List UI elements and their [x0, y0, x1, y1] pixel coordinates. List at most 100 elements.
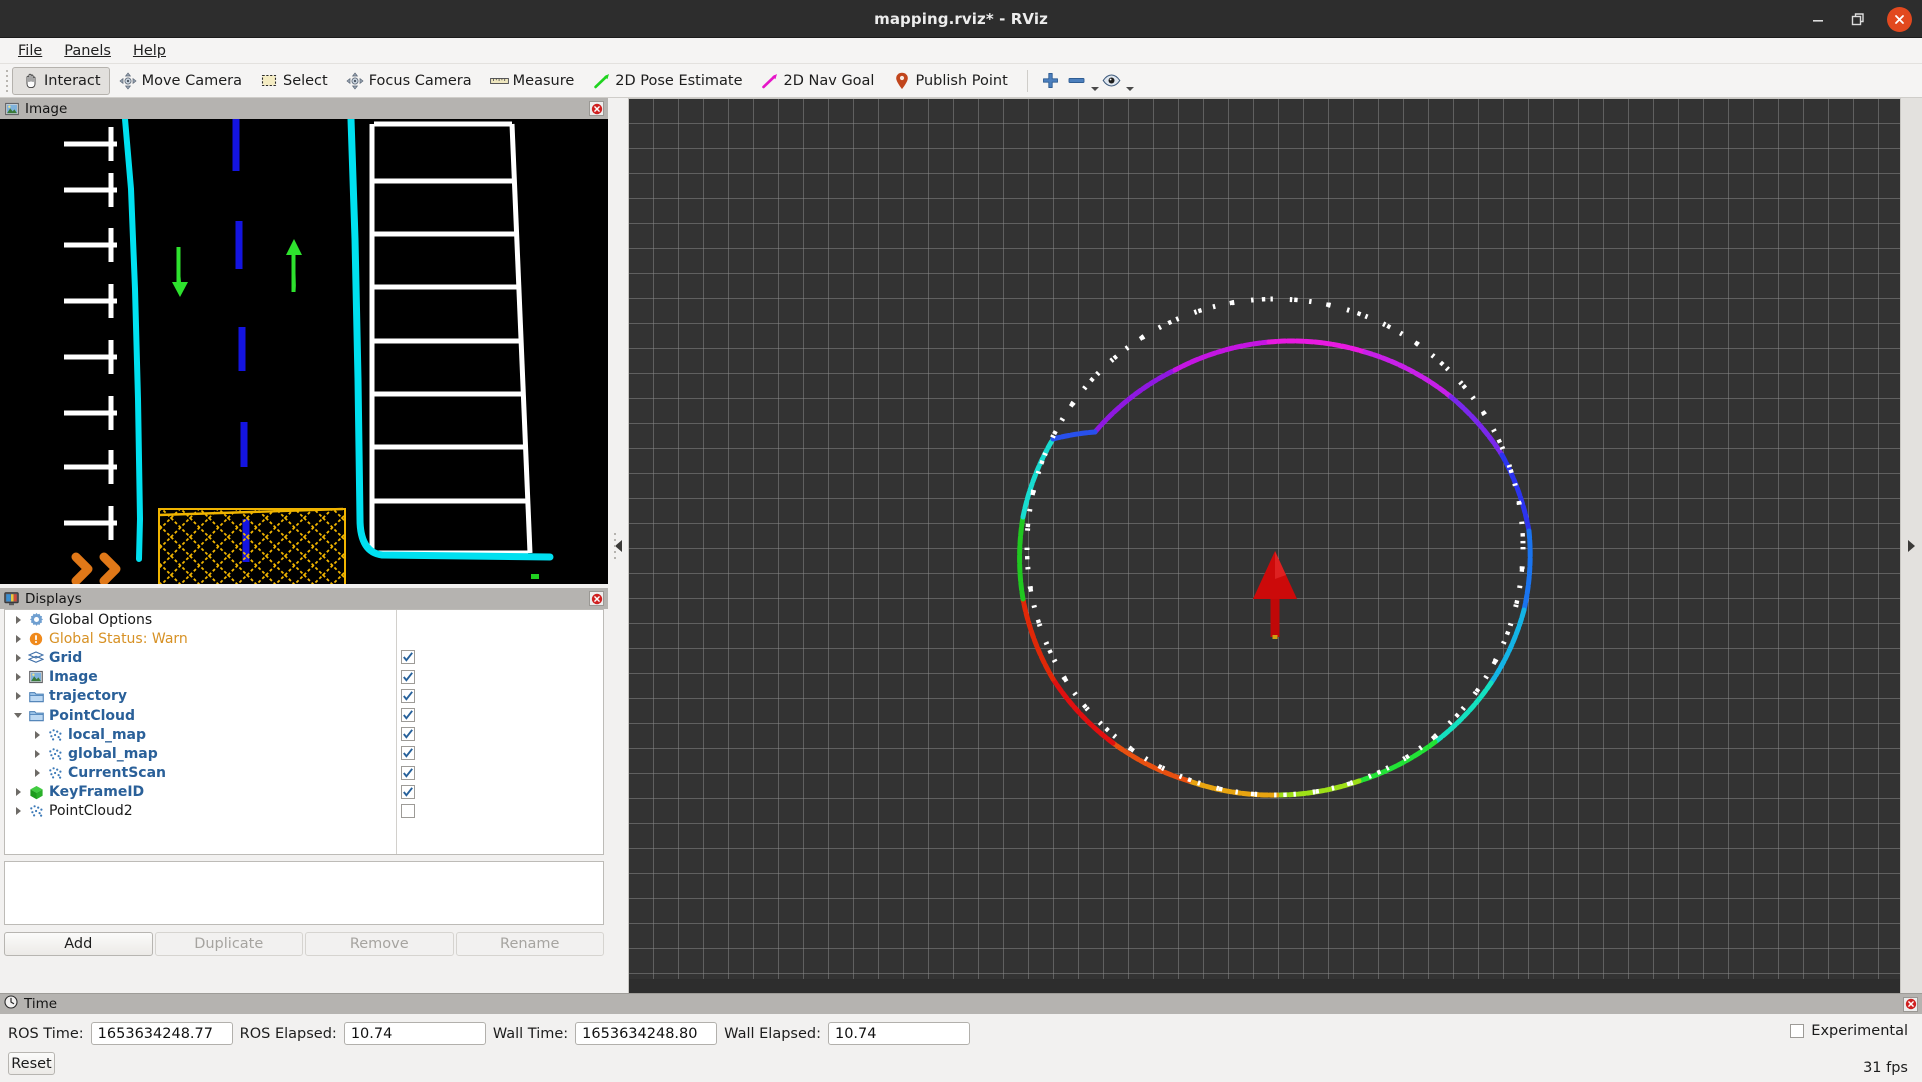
tool-bar: Interact Move Camera Select Focus Camera…: [0, 64, 1922, 98]
wall-elapsed-input[interactable]: 10.74: [827, 1022, 970, 1045]
add-tool-button[interactable]: [1038, 68, 1064, 94]
tree-item-checkbox[interactable]: [401, 803, 415, 818]
image-icon: [27, 668, 45, 686]
remove-button[interactable]: Remove: [305, 932, 454, 956]
pose-estimate-arrow-icon: [592, 71, 611, 90]
time-panel-body: ROS Time: 1653634248.77 ROS Elapsed: 10.…: [0, 1014, 1922, 1082]
tree-item-keyframeid[interactable]: KeyFrameID: [5, 783, 603, 802]
tree-item-checkbox[interactable]: [401, 727, 415, 742]
tree-item-label: global_map: [68, 745, 158, 762]
ros-time-input[interactable]: 1653634248.77: [90, 1022, 233, 1045]
reset-button[interactable]: Reset: [8, 1052, 55, 1075]
displays-tree[interactable]: Global Options Global Status: Warn Grid …: [4, 609, 604, 855]
remove-tool-button[interactable]: [1064, 68, 1090, 94]
tree-item-checkbox[interactable]: [401, 688, 415, 703]
render-view-3d[interactable]: [628, 98, 1900, 993]
chevron-down-icon[interactable]: [1090, 86, 1099, 91]
restore-icon[interactable]: [1847, 8, 1869, 30]
tool-interact-label: Interact: [44, 72, 101, 89]
expander-icon[interactable]: [9, 783, 27, 802]
displays-panel-close-icon[interactable]: [589, 591, 604, 606]
image-panel: Image: [0, 98, 608, 584]
ros-time-label: ROS Time:: [8, 1025, 84, 1042]
tree-item-checkbox[interactable]: [401, 669, 415, 684]
image-panel-header: Image: [0, 98, 608, 119]
tool-interact[interactable]: Interact: [12, 66, 110, 95]
expander-icon[interactable]: [28, 725, 46, 744]
tool-measure[interactable]: Measure: [481, 67, 584, 95]
expander-icon[interactable]: [28, 764, 46, 783]
tree-item-global-status[interactable]: Global Status: Warn: [5, 629, 603, 648]
tree-item-checkbox[interactable]: [401, 746, 415, 761]
remove-tool-combo[interactable]: [1064, 68, 1099, 94]
tool-properties-combo[interactable]: [1099, 68, 1134, 94]
left-dock-splitter[interactable]: [608, 98, 628, 993]
expander-icon[interactable]: [9, 802, 27, 821]
tree-item-local-map[interactable]: local_map: [5, 725, 603, 744]
expander-icon[interactable]: [9, 668, 27, 687]
add-button[interactable]: Add: [4, 932, 153, 956]
property-editor-area[interactable]: [4, 861, 604, 925]
menu-panels[interactable]: Panels: [54, 40, 121, 62]
menu-panels-label: Panels: [64, 42, 111, 59]
tool-focus-camera[interactable]: Focus Camera: [337, 67, 481, 95]
pointcloud-icon: [46, 745, 64, 763]
left-dock: Image Displays Global Options Global Sta…: [0, 98, 608, 993]
expander-icon[interactable]: [28, 744, 46, 763]
map-pin-icon: [892, 71, 911, 90]
tree-item-image[interactable]: Image: [5, 668, 603, 687]
tree-item-pointcloud2[interactable]: PointCloud2: [5, 802, 603, 821]
tool-2d-nav-goal[interactable]: 2D Nav Goal: [752, 67, 884, 95]
window-title: mapping.rviz* - RViz: [874, 9, 1048, 28]
collapse-right-icon[interactable]: [1908, 539, 1915, 552]
expander-icon[interactable]: [9, 629, 27, 648]
expander-icon[interactable]: [9, 687, 27, 706]
expander-icon[interactable]: [9, 706, 27, 725]
experimental-checkbox-group[interactable]: Experimental: [1790, 1023, 1908, 1039]
tree-item-pointcloud-group[interactable]: PointCloud: [5, 706, 603, 725]
time-fields-row: ROS Time: 1653634248.77 ROS Elapsed: 10.…: [8, 1020, 1914, 1047]
tree-item-trajectory[interactable]: trajectory: [5, 687, 603, 706]
right-dock-splitter[interactable]: [1900, 98, 1922, 993]
wall-elapsed-label: Wall Elapsed:: [724, 1025, 821, 1042]
menu-help[interactable]: Help: [123, 40, 176, 62]
ros-elapsed-input[interactable]: 10.74: [343, 1022, 486, 1045]
rename-button[interactable]: Rename: [455, 932, 604, 956]
tool-select[interactable]: Select: [251, 67, 337, 95]
tree-item-global-options[interactable]: Global Options: [5, 610, 603, 629]
window-controls: [1807, 0, 1912, 38]
image-view[interactable]: [0, 119, 608, 584]
tool-move-camera[interactable]: Move Camera: [110, 67, 251, 95]
close-icon[interactable]: [1887, 6, 1912, 32]
toolbar-drag-handle[interactable]: [2, 67, 12, 95]
tree-item-checkbox[interactable]: [401, 650, 415, 665]
tool-2d-pose-estimate[interactable]: 2D Pose Estimate: [583, 67, 751, 95]
expander-icon[interactable]: [9, 610, 27, 629]
tool-publish-point[interactable]: Publish Point: [883, 67, 1016, 95]
experimental-checkbox[interactable]: [1790, 1024, 1805, 1038]
expander-icon[interactable]: [9, 648, 27, 667]
chevron-down-icon[interactable]: [1125, 86, 1134, 91]
image-panel-close-icon[interactable]: [589, 101, 604, 116]
minimize-icon[interactable]: [1807, 8, 1829, 30]
displays-button-row: Add Duplicate Remove Rename: [0, 925, 608, 962]
pointcloud-icon: [46, 726, 64, 744]
rviz-window: mapping.rviz* - RViz File Panels Help In…: [0, 0, 1922, 1082]
tree-item-checkbox[interactable]: [401, 707, 415, 722]
wall-time-input[interactable]: 1653634248.80: [575, 1022, 718, 1045]
tree-item-checkbox[interactable]: [401, 784, 415, 799]
menu-bar: File Panels Help: [0, 38, 1922, 64]
time-panel-close-icon[interactable]: [1903, 996, 1918, 1012]
duplicate-button[interactable]: Duplicate: [154, 932, 303, 956]
tree-item-checkbox[interactable]: [401, 765, 415, 780]
tree-item-grid[interactable]: Grid: [5, 648, 603, 667]
tree-item-current-scan[interactable]: CurrentScan: [5, 764, 603, 783]
eye-icon[interactable]: [1099, 68, 1125, 94]
menu-help-label: Help: [132, 42, 166, 59]
menu-file[interactable]: File: [8, 40, 52, 62]
tree-item-label: KeyFrameID: [49, 784, 145, 801]
displays-panel-header: Displays: [0, 588, 608, 609]
displays-panel: Displays Global Options Global Status: W…: [0, 584, 608, 993]
displays-monitor-icon: [4, 591, 19, 606]
tree-item-global-map[interactable]: global_map: [5, 744, 603, 763]
